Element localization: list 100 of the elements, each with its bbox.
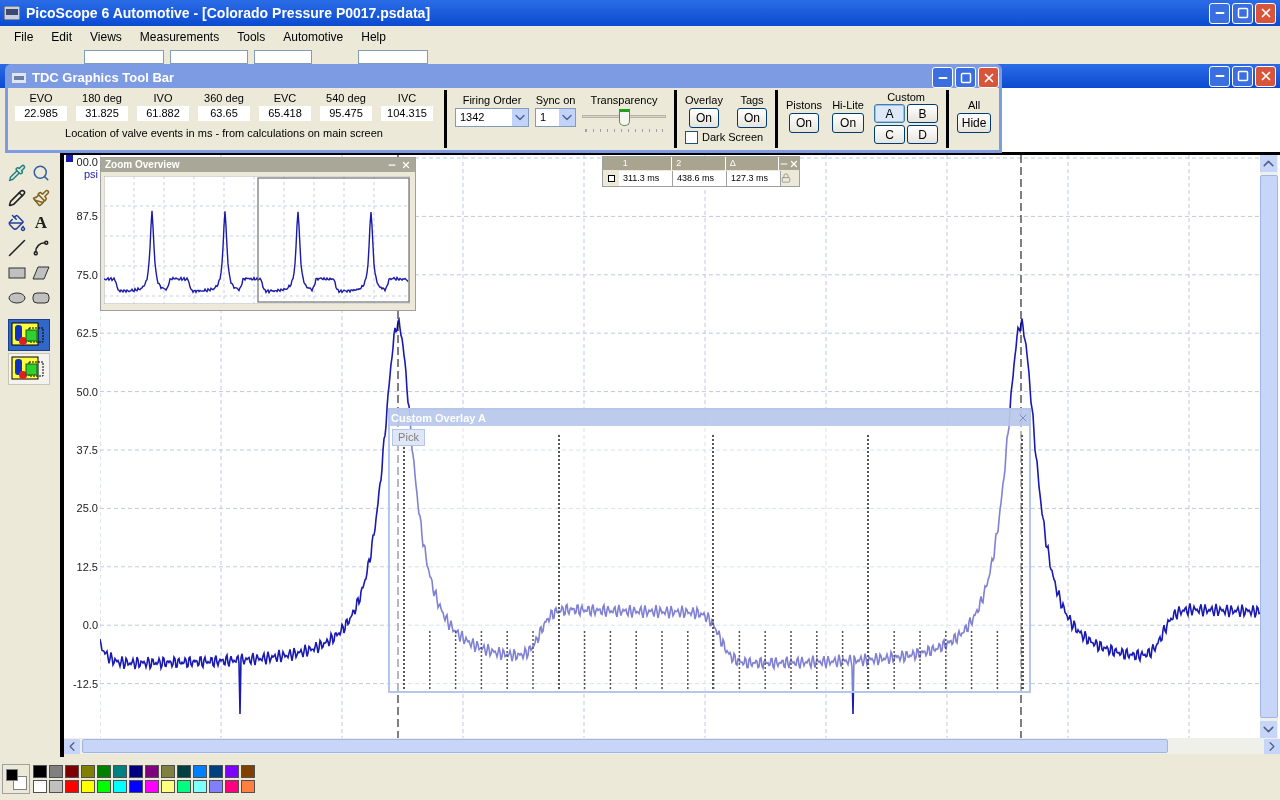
- maximize-icon: [959, 71, 972, 84]
- color-swatch[interactable]: [129, 779, 143, 793]
- vertical-scrollbar[interactable]: [1260, 155, 1278, 738]
- event-label: EVO: [29, 91, 53, 106]
- color-swatch[interactable]: [177, 764, 191, 778]
- toolbar-field[interactable]: [254, 50, 312, 64]
- custom-button[interactable]: A: [874, 104, 906, 123]
- color-swatch[interactable]: [33, 764, 47, 778]
- event-value: 31.825: [76, 106, 128, 121]
- tags-button[interactable]: On: [737, 108, 767, 128]
- overlay-button[interactable]: On: [688, 108, 719, 128]
- color-swatch[interactable]: [225, 764, 239, 778]
- event-label: 180 deg: [82, 91, 122, 106]
- color-swatch[interactable]: [129, 764, 143, 778]
- menu-item[interactable]: Views: [90, 28, 122, 46]
- scroll-down-icon[interactable]: [1260, 721, 1277, 738]
- menu-item[interactable]: Automotive: [283, 28, 344, 46]
- hide-button[interactable]: Hide: [957, 113, 992, 133]
- color-swatch[interactable]: [49, 779, 63, 793]
- menu-item[interactable]: File: [14, 28, 34, 46]
- color-swatch[interactable]: [65, 779, 79, 793]
- field-label: Custom: [887, 90, 926, 104]
- toolbar-field[interactable]: [170, 50, 248, 64]
- close-button[interactable]: [978, 67, 999, 88]
- dark-screen-checkbox[interactable]: [685, 130, 698, 144]
- hi-lite-button[interactable]: On: [832, 113, 865, 133]
- field-label: Overlay: [685, 93, 723, 108]
- color-swatch[interactable]: [81, 764, 95, 778]
- eyedropper-icon[interactable]: [8, 164, 26, 182]
- minimize-button[interactable]: [1209, 65, 1230, 87]
- menu-item[interactable]: Help: [361, 28, 386, 46]
- brush-icon[interactable]: [32, 189, 50, 207]
- color-swatch[interactable]: [145, 779, 159, 793]
- color-swatch[interactable]: [209, 779, 223, 793]
- axis-label: 00.0: [76, 155, 98, 169]
- shapes-view-button[interactable]: [8, 319, 50, 351]
- axis-label: 87.5: [76, 209, 98, 224]
- custom-button[interactable]: B: [907, 104, 939, 123]
- search-icon[interactable]: [32, 164, 50, 182]
- pencil-icon[interactable]: [8, 189, 26, 207]
- color-swatch[interactable]: [33, 779, 47, 793]
- color-swatch[interactable]: [193, 779, 207, 793]
- window-title: PicoScope 6 Automotive - [Colorado Pressure P0017.psdata]: [26, 3, 431, 23]
- toolbar-field[interactable]: [358, 50, 428, 64]
- close-button[interactable]: [1255, 65, 1276, 87]
- color-swatch[interactable]: [97, 764, 111, 778]
- color-swatch[interactable]: [225, 779, 239, 793]
- row-checkbox[interactable]: [607, 174, 615, 182]
- field-label: All: [967, 98, 981, 113]
- color-swatch[interactable]: [161, 779, 175, 793]
- color-swatch[interactable]: [177, 779, 191, 793]
- parallelogram-icon[interactable]: [32, 264, 50, 282]
- custom-button[interactable]: D: [907, 125, 939, 144]
- field-label: Firing Order: [462, 93, 522, 108]
- firing-order-select[interactable]: 1342: [455, 108, 529, 127]
- line-icon[interactable]: [8, 239, 26, 257]
- custom-button[interactable]: C: [874, 125, 906, 144]
- scroll-left-icon[interactable]: [64, 738, 80, 754]
- color-swatch[interactable]: [241, 764, 255, 778]
- color-swatch[interactable]: [209, 764, 223, 778]
- scroll-right-icon[interactable]: [1264, 738, 1280, 754]
- maximize-button[interactable]: [1232, 2, 1253, 24]
- scroll-up-icon[interactable]: [1260, 155, 1277, 172]
- color-swatch[interactable]: [49, 764, 63, 778]
- text-tool[interactable]: A: [32, 214, 50, 232]
- rectangle-icon[interactable]: [8, 264, 26, 282]
- curve-icon[interactable]: [32, 239, 50, 257]
- toolbar-field[interactable]: [84, 50, 164, 64]
- menu-item[interactable]: Measurements: [139, 28, 220, 46]
- color-swatch[interactable]: [193, 764, 207, 778]
- transparency-slider[interactable]: [582, 108, 666, 134]
- color-swatch[interactable]: [65, 764, 79, 778]
- menu-item[interactable]: Edit: [51, 28, 73, 46]
- minimize-button[interactable]: [1209, 2, 1230, 24]
- event-value: 65.418: [259, 106, 311, 121]
- menu-item[interactable]: Tools: [237, 28, 266, 46]
- close-button[interactable]: [1255, 2, 1276, 24]
- ellipse-icon[interactable]: [8, 289, 26, 307]
- maximize-button[interactable]: [955, 67, 976, 88]
- app-icon: [12, 72, 26, 83]
- axis-label: -12.5: [72, 676, 98, 691]
- event-label: 540 deg: [326, 91, 366, 106]
- pistons-button[interactable]: On: [789, 113, 820, 133]
- color-swatch[interactable]: [145, 764, 159, 778]
- color-swatch[interactable]: [113, 779, 127, 793]
- color-swatch[interactable]: [113, 764, 127, 778]
- rounded-rectangle-icon[interactable]: [32, 289, 50, 307]
- horizontal-scrollbar[interactable]: [64, 738, 1280, 754]
- color-swatch[interactable]: [241, 779, 255, 793]
- color-swatch[interactable]: [97, 779, 111, 793]
- current-colors[interactable]: [2, 763, 30, 794]
- maximize-icon: [1236, 7, 1249, 19]
- app-icon: [4, 6, 20, 20]
- sync-on-select[interactable]: 1: [535, 108, 576, 127]
- minimize-button[interactable]: [932, 67, 953, 88]
- color-swatch[interactable]: [81, 779, 95, 793]
- color-swatch[interactable]: [161, 764, 175, 778]
- axis-label: 12.5: [76, 559, 98, 574]
- paint-bucket-icon[interactable]: [8, 214, 26, 232]
- maximize-button[interactable]: [1232, 65, 1253, 87]
